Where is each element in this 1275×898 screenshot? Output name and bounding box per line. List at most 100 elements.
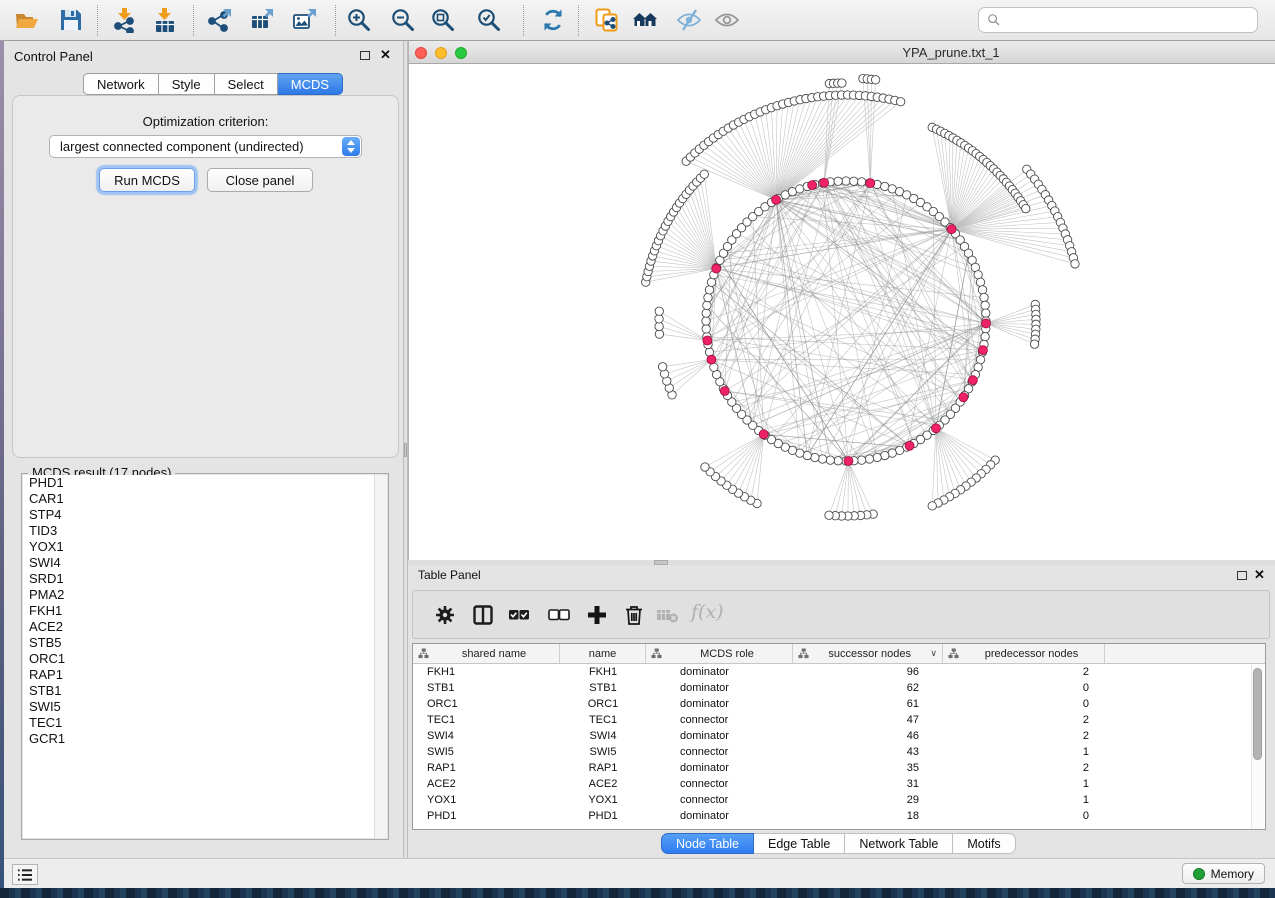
table-cell[interactable]: YOX1 [560,794,646,806]
node-table[interactable]: shared name name MCDS role successor nod… [412,643,1266,830]
ring-node[interactable] [705,286,713,294]
table-row[interactable]: ACE2ACE2connector311 [413,776,1265,792]
save-session-icon[interactable] [58,7,84,33]
dominator-node[interactable] [866,179,875,188]
ring-node[interactable] [818,455,826,463]
column-header-predecessor-nodes[interactable]: predecessor nodes [943,644,1105,663]
ring-node[interactable] [834,457,842,465]
table-cell[interactable]: 43 [793,746,943,758]
dominator-node[interactable] [720,387,729,396]
select-stepper-icon[interactable] [342,137,360,156]
table-cell[interactable]: 61 [793,698,943,710]
search-input[interactable] [1007,12,1249,28]
table-cell[interactable]: connector [646,794,793,806]
zoom-in-icon[interactable] [346,7,372,33]
table-cell[interactable]: 0 [943,682,1105,694]
ring-node[interactable] [826,456,834,464]
dominator-node[interactable] [931,424,940,433]
dominator-node[interactable] [820,178,829,187]
table-cell[interactable]: dominator [646,810,793,822]
open-session-icon[interactable] [14,7,40,33]
ring-node[interactable] [873,453,881,461]
mcds-result-item[interactable]: YOX1 [23,539,387,555]
mcds-result-item[interactable]: TID3 [23,523,387,539]
import-network-icon[interactable] [112,7,138,33]
table-cell[interactable]: STB1 [560,682,646,694]
ring-node[interactable] [703,301,711,309]
table-cell[interactable]: ACE2 [560,778,646,790]
satellite-node[interactable] [825,511,833,519]
table-row[interactable]: FKH1FKH1dominator962 [413,664,1265,680]
table-row[interactable]: RAP1RAP1dominator352 [413,760,1265,776]
satellite-node[interactable] [655,322,663,330]
satellite-node[interactable] [655,315,663,323]
dominator-node[interactable] [844,456,853,465]
table-row[interactable]: SWI5SWI5connector431 [413,744,1265,760]
tab-node-table[interactable]: Node Table [661,833,754,854]
mcds-result-item[interactable]: STB1 [23,683,387,699]
deselect-all-icon[interactable] [547,603,571,627]
table-cell[interactable]: 47 [793,714,943,726]
mcds-result-item[interactable]: FKH1 [23,603,387,619]
splitter-handle[interactable] [404,443,407,457]
ring-node[interactable] [865,455,873,463]
table-cell[interactable]: RAP1 [560,762,646,774]
table-cell[interactable]: SWI5 [413,746,560,758]
ring-node[interactable] [976,278,984,286]
ring-node[interactable] [980,293,988,301]
ring-node[interactable] [881,451,889,459]
table-cell[interactable]: 96 [793,666,943,678]
table-row[interactable]: TEC1TEC1connector472 [413,712,1265,728]
table-cell[interactable]: 1 [943,778,1105,790]
ring-node[interactable] [702,309,710,317]
mcds-result-item[interactable]: SWI5 [23,699,387,715]
float-panel-icon[interactable] [360,51,370,60]
table-cell[interactable]: 35 [793,762,943,774]
dominator-node[interactable] [808,181,817,190]
satellite-node[interactable] [928,502,936,510]
table-cell[interactable]: 0 [943,698,1105,710]
window-minimize-icon[interactable] [435,47,447,59]
ring-node[interactable] [978,286,986,294]
zoom-fit-icon[interactable] [430,7,456,33]
delete-columns-icon[interactable] [622,603,646,627]
run-mcds-button[interactable]: Run MCDS [99,168,195,192]
sort-chevron-icon[interactable]: ∨ [930,648,937,659]
satellite-node[interactable] [1071,260,1079,268]
mcds-result-item[interactable]: ORC1 [23,651,387,667]
mcds-result-item[interactable]: ACE2 [23,619,387,635]
table-cell[interactable]: 2 [943,762,1105,774]
close-panel-icon[interactable]: ✕ [380,50,391,60]
show-columns-icon[interactable] [471,603,495,627]
table-row[interactable]: STB1STB1dominator620 [413,680,1265,696]
table-scrollbar[interactable] [1251,665,1264,829]
mcds-result-item[interactable]: PMA2 [23,587,387,603]
mcds-result-item[interactable]: STP4 [23,507,387,523]
ring-node[interactable] [857,456,865,464]
dominator-node[interactable] [759,430,768,439]
table-row[interactable]: ORC1ORC1dominator610 [413,696,1265,712]
table-cell[interactable]: RAP1 [413,762,560,774]
table-cell[interactable]: SWI5 [560,746,646,758]
satellite-node[interactable] [871,76,879,84]
table-cell[interactable]: connector [646,714,793,726]
tab-style[interactable]: Style [159,73,215,95]
column-header-mcds-role[interactable]: MCDS role [646,644,793,663]
dominator-node[interactable] [772,195,781,204]
tab-network-table[interactable]: Network Table [845,833,953,854]
table-cell[interactable]: SWI4 [560,730,646,742]
dominator-node[interactable] [978,346,987,355]
satellite-node[interactable] [701,463,709,471]
table-cell[interactable]: ORC1 [413,698,560,710]
apply-layout-icon[interactable] [540,7,566,33]
table-cell[interactable]: dominator [646,698,793,710]
close-panel-button[interactable]: Close panel [207,168,313,192]
table-cell[interactable]: connector [646,778,793,790]
ring-node[interactable] [834,177,842,185]
satellite-node[interactable] [658,363,666,371]
table-cell[interactable]: YOX1 [413,794,560,806]
mcds-result-item[interactable]: RAP1 [23,667,387,683]
ring-node[interactable] [704,293,712,301]
mcds-result-item[interactable]: SWI4 [23,555,387,571]
window-close-icon[interactable] [415,47,427,59]
